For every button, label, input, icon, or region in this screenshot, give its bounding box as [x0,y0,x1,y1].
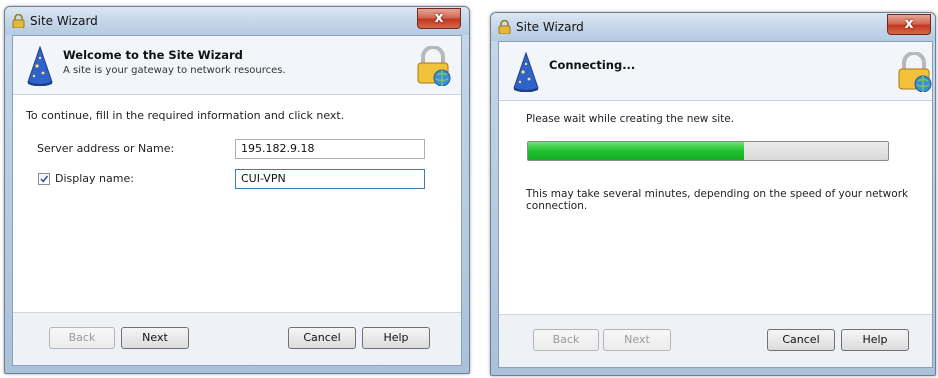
checkmark-icon [40,175,49,183]
banner-title: Welcome to the Site Wizard [63,48,243,62]
progress-bar [527,141,889,161]
back-button[interactable]: Back [49,327,115,349]
progress-fill [528,142,744,160]
cancel-button[interactable]: Cancel [288,327,356,349]
window-title: Site Wizard [516,20,584,34]
banner-title: Connecting... [549,58,636,72]
display-name-label: Display name: [55,172,134,185]
lock-icon [498,20,511,34]
close-button[interactable]: x [417,8,461,29]
wizard-banner: Connecting... [499,42,932,101]
server-address-label: Server address or Name: [37,142,175,155]
wizard-hat-icon [27,46,53,86]
back-button[interactable]: Back [533,329,599,351]
network-speed-note: This may take several minutes, depending… [526,188,909,212]
help-button[interactable]: Help [841,329,909,351]
wizard-banner: Welcome to the Site Wizard A site is you… [13,36,461,95]
site-wizard-window-welcome: Site Wizard x Welcome to the Site Wizard… [4,6,470,374]
lock-globe-icon [898,52,932,92]
wizard-content: Welcome to the Site Wizard A site is you… [12,35,462,366]
site-wizard-window-connecting: Site Wizard x Connecting... Please wait … [490,12,936,376]
help-button[interactable]: Help [362,327,430,349]
next-button[interactable]: Next [121,327,189,349]
instruction-text: To continue, fill in the required inform… [26,109,345,122]
display-name-input[interactable]: CUI-VPN [235,169,425,189]
cancel-button[interactable]: Cancel [767,329,835,351]
wizard-hat-icon [513,52,539,92]
lock-icon [12,14,25,28]
server-address-input[interactable]: 195.182.9.18 [235,139,425,159]
close-button[interactable]: x [887,14,931,35]
banner-subtitle: A site is your gateway to network resour… [63,65,286,76]
next-button[interactable]: Next [603,329,671,351]
lock-globe-icon [417,46,451,86]
title-bar[interactable]: Site Wizard x [491,13,935,41]
window-title: Site Wizard [30,14,98,28]
status-text: Please wait while creating the new site. [526,113,735,125]
display-name-checkbox[interactable] [38,173,50,185]
wizard-content: Connecting... Please wait while creating… [498,41,933,368]
title-bar[interactable]: Site Wizard x [5,7,469,35]
wizard-footer: Back Next Cancel Help [13,312,461,365]
wizard-footer: Back Next Cancel Help [499,314,932,367]
